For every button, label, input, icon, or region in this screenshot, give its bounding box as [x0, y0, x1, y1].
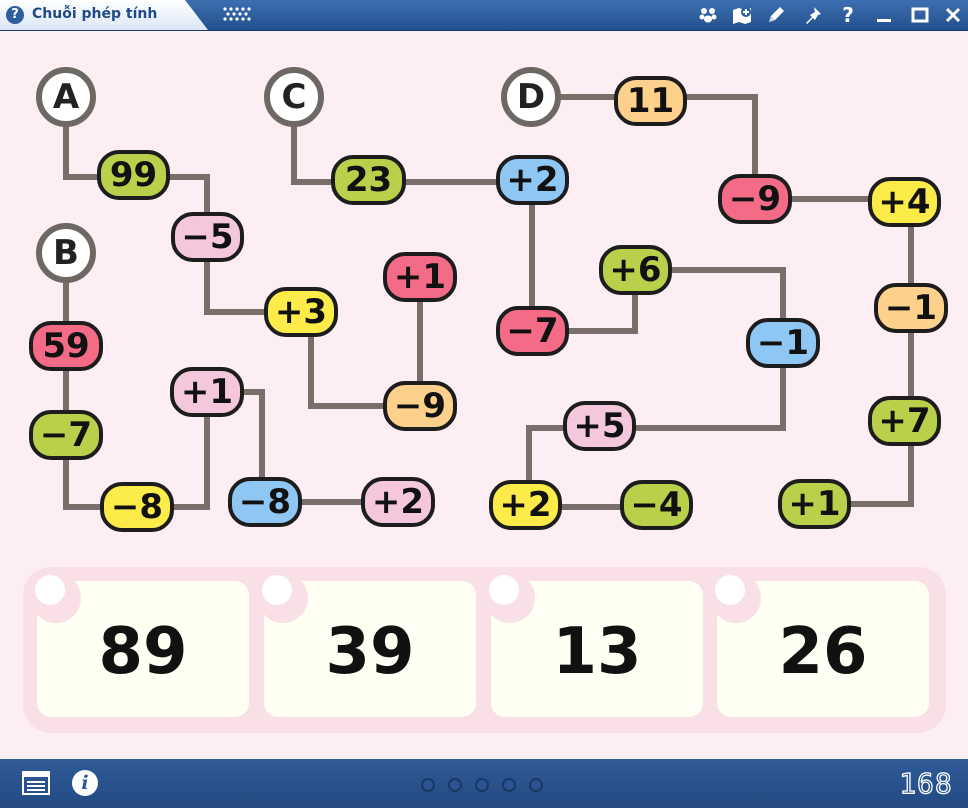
page-dot[interactable]	[421, 778, 435, 792]
chain-d-node: +4	[868, 177, 941, 227]
question-logo-icon: ?	[6, 6, 24, 24]
counter-value: 168	[899, 768, 953, 798]
start-d: D	[501, 67, 561, 127]
title-bar: ? Chuỗi phép tính ?	[0, 0, 968, 31]
chain-c-node: +2	[489, 480, 562, 530]
chain-b-node: −8	[228, 477, 302, 527]
start-a: A	[36, 67, 96, 127]
counter-display: 168	[899, 768, 953, 798]
answer-card[interactable]: 13	[485, 573, 703, 717]
chain-c-node: 23	[331, 155, 406, 205]
start-b: B	[36, 223, 96, 283]
chain-a-node: +1	[383, 252, 457, 302]
minimize-icon[interactable]	[873, 4, 895, 26]
chain-b-node: −7	[29, 410, 103, 460]
keyboard-grid-icon[interactable]	[222, 6, 252, 22]
chain-a-node: −5	[171, 212, 244, 262]
chain-b-node: −8	[100, 482, 174, 532]
map-plus-icon[interactable]	[731, 4, 753, 26]
chain-b-node: 59	[29, 321, 103, 371]
maximize-icon[interactable]	[909, 4, 931, 26]
page-dot[interactable]	[448, 778, 462, 792]
bottom-bar: i 168	[0, 759, 968, 808]
chain-c-node: −1	[746, 318, 820, 368]
app-tab[interactable]: ? Chuỗi phép tính	[0, 0, 208, 30]
chain-c-node: −4	[620, 480, 693, 530]
chain-d-node: −9	[718, 174, 792, 224]
list-icon[interactable]	[22, 771, 50, 795]
chain-d-node: +1	[778, 479, 851, 529]
answer-card[interactable]: 39	[258, 573, 476, 717]
pin-icon[interactable]	[802, 4, 824, 26]
chain-c-node: +5	[563, 401, 636, 451]
answer-value: 39	[325, 615, 415, 689]
chain-c-node: −7	[496, 306, 569, 356]
chain-a-node: 99	[97, 150, 170, 200]
chain-d-node: 11	[614, 76, 687, 126]
info-icon[interactable]: i	[72, 770, 98, 796]
svg-text:?: ?	[842, 4, 854, 26]
page-dot[interactable]	[502, 778, 516, 792]
chain-a-node: −9	[383, 381, 457, 431]
answer-value: 89	[98, 615, 188, 689]
pencil-icon[interactable]	[765, 4, 787, 26]
answer-value: 26	[778, 615, 868, 689]
answer-card[interactable]: 89	[31, 573, 249, 717]
chain-d-node: −1	[874, 283, 948, 333]
start-c: C	[264, 67, 324, 127]
answer-card[interactable]: 26	[711, 573, 929, 717]
chain-a-node: +3	[264, 287, 338, 337]
chain-c-node: +6	[599, 245, 672, 295]
page-dot[interactable]	[475, 778, 489, 792]
chain-b-node: +2	[361, 477, 435, 527]
chain-b-node: +1	[170, 367, 244, 417]
paw-icon[interactable]	[697, 4, 719, 26]
help-icon[interactable]: ?	[837, 4, 859, 26]
chain-c-node: +2	[496, 155, 569, 205]
page-dot[interactable]	[529, 778, 543, 792]
chain-d-node: +7	[868, 396, 941, 446]
close-icon[interactable]	[942, 4, 964, 26]
app-title: Chuỗi phép tính	[32, 6, 158, 22]
answer-value: 13	[552, 615, 642, 689]
answer-tray: 89 39 13 26	[23, 567, 946, 733]
